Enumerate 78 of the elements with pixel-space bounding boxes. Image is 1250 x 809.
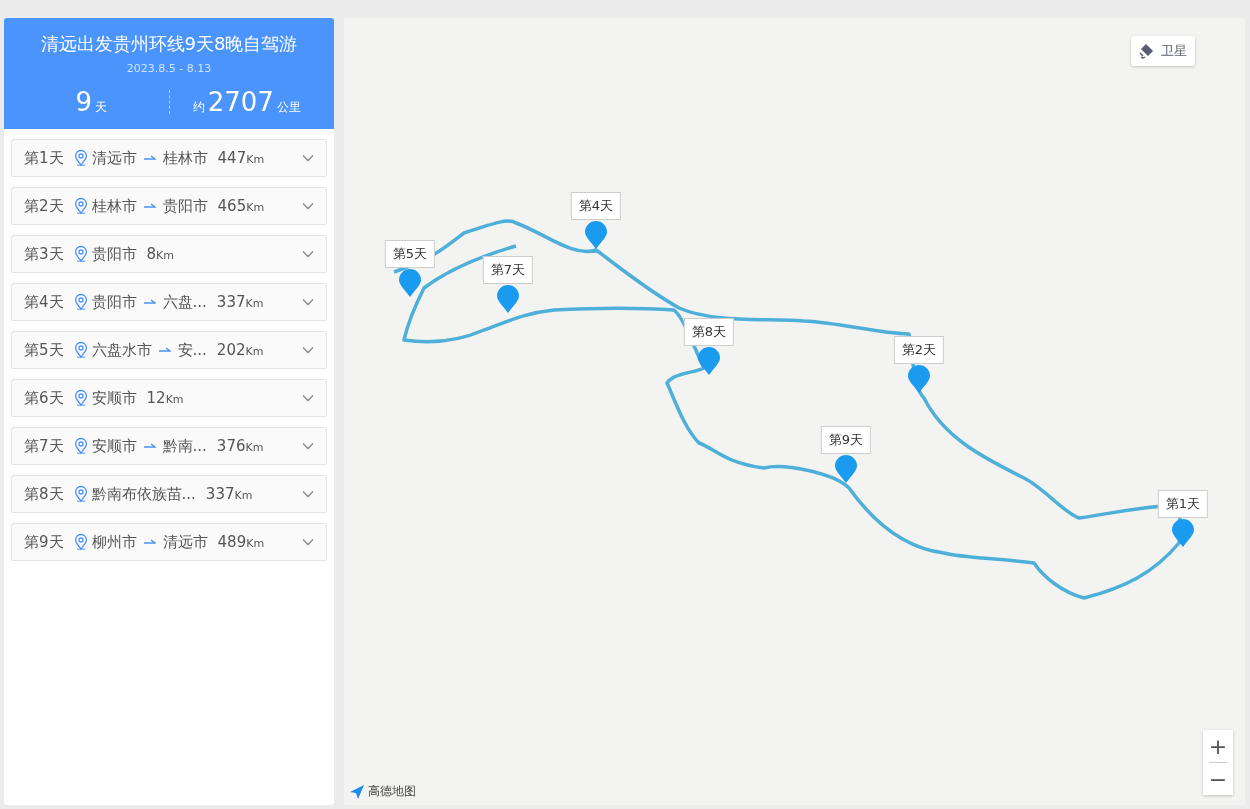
days-count: 9 [75, 87, 92, 117]
from-city: 安顺市 [91, 436, 137, 456]
day-label: 第4天 [24, 292, 64, 312]
day-row[interactable]: 第4天 贵阳市 六盘... 337Km [11, 283, 327, 321]
to-city: 贵阳市 [162, 196, 208, 216]
location-pin-icon [73, 486, 88, 502]
day-row[interactable]: 第6天 安顺市 12Km [11, 379, 327, 417]
map-pin-icon [834, 454, 858, 484]
marker-label: 第8天 [683, 318, 735, 346]
day-label: 第2天 [24, 196, 64, 216]
zoom-out-button[interactable]: − [1203, 763, 1233, 795]
distance-label: 376Km [216, 437, 264, 455]
distance-label: 337Km [205, 485, 253, 503]
day-row[interactable]: 第2天 桂林市 贵阳市 465Km [11, 187, 327, 225]
location-pin-icon [73, 198, 88, 214]
map-background[interactable]: 卫星 第5天 第7天 第4天 第8天 第2天 第9天 第1天 高德地图 + − [344, 18, 1245, 805]
to-city: 桂林市 [162, 148, 208, 168]
distance-prefix: 约 [192, 99, 205, 116]
day-row[interactable]: 第3天 贵阳市 8Km [11, 235, 327, 273]
day-label: 第5天 [24, 340, 64, 360]
trip-title: 清远出发贵州环线9天8晚自驾游 [40, 32, 298, 56]
from-city: 清远市 [91, 148, 137, 168]
to-city: 六盘... [162, 292, 207, 312]
location-pin-icon [73, 534, 88, 550]
day-row[interactable]: 第9天 柳州市 清远市 489Km [11, 523, 327, 561]
day-row[interactable]: 第8天 黔南布依族苗... 337Km [11, 475, 327, 513]
distance-label: 489Km [217, 533, 265, 551]
from-city: 六盘水市 [91, 340, 152, 360]
marker-label: 第2天 [893, 336, 945, 364]
from-city: 桂林市 [91, 196, 137, 216]
map-pin-icon [697, 346, 721, 376]
marker-label: 第1天 [1157, 490, 1209, 518]
map-pin-icon [398, 268, 422, 298]
day-label: 第7天 [24, 436, 64, 456]
from-city: 安顺市 [91, 388, 137, 408]
total-distance: 2707 [207, 87, 274, 117]
satellite-button[interactable]: 卫星 [1131, 36, 1195, 66]
day-label: 第6天 [24, 388, 64, 408]
to-city: 清远市 [162, 532, 208, 552]
map-pin-icon [907, 364, 931, 394]
from-city: 黔南布依族苗... [91, 484, 196, 504]
distance-label: 12Km [146, 389, 184, 407]
day-row[interactable]: 第5天 六盘水市 安... 202Km [11, 331, 327, 369]
location-pin-icon [73, 150, 88, 166]
to-city: 安... [177, 340, 207, 360]
location-pin-icon [73, 342, 88, 358]
zoom-in-button[interactable]: + [1203, 730, 1233, 762]
distance-unit: 公里 [276, 99, 301, 116]
day-label: 第9天 [24, 532, 64, 552]
distance-label: 202Km [216, 341, 264, 359]
map-logo: 高德地图 [368, 783, 416, 800]
map-pin-icon [496, 284, 520, 314]
location-pin-icon [73, 246, 88, 262]
logo-arrow-icon [349, 783, 365, 800]
marker-label: 第7天 [482, 256, 534, 284]
location-pin-icon [73, 438, 88, 454]
day-label: 第1天 [24, 148, 64, 168]
day-row[interactable]: 第1天 清远市 桂林市 447Km [11, 139, 327, 177]
to-city: 黔南... [162, 436, 207, 456]
distance-label: 337Km [216, 293, 264, 311]
distance-label: 8Km [146, 245, 175, 263]
map-pin-icon [584, 220, 608, 250]
distance-label: 465Km [217, 197, 265, 215]
distance-label: 447Km [217, 149, 265, 167]
from-city: 贵阳市 [91, 292, 137, 312]
marker-label: 第4天 [570, 192, 622, 220]
location-pin-icon [73, 390, 88, 406]
days-unit: 天 [95, 99, 107, 116]
from-city: 贵阳市 [91, 244, 137, 264]
location-pin-icon [73, 294, 88, 310]
marker-label: 第9天 [820, 426, 872, 454]
marker-label: 第5天 [384, 240, 436, 268]
map-pin-icon [1171, 518, 1195, 548]
day-label: 第8天 [24, 484, 64, 504]
day-label: 第3天 [24, 244, 64, 264]
trip-dates: 2023.8.5 - 8.13 [126, 62, 212, 75]
from-city: 柳州市 [91, 532, 137, 552]
day-row[interactable]: 第7天 安顺市 黔南... 376Km [11, 427, 327, 465]
